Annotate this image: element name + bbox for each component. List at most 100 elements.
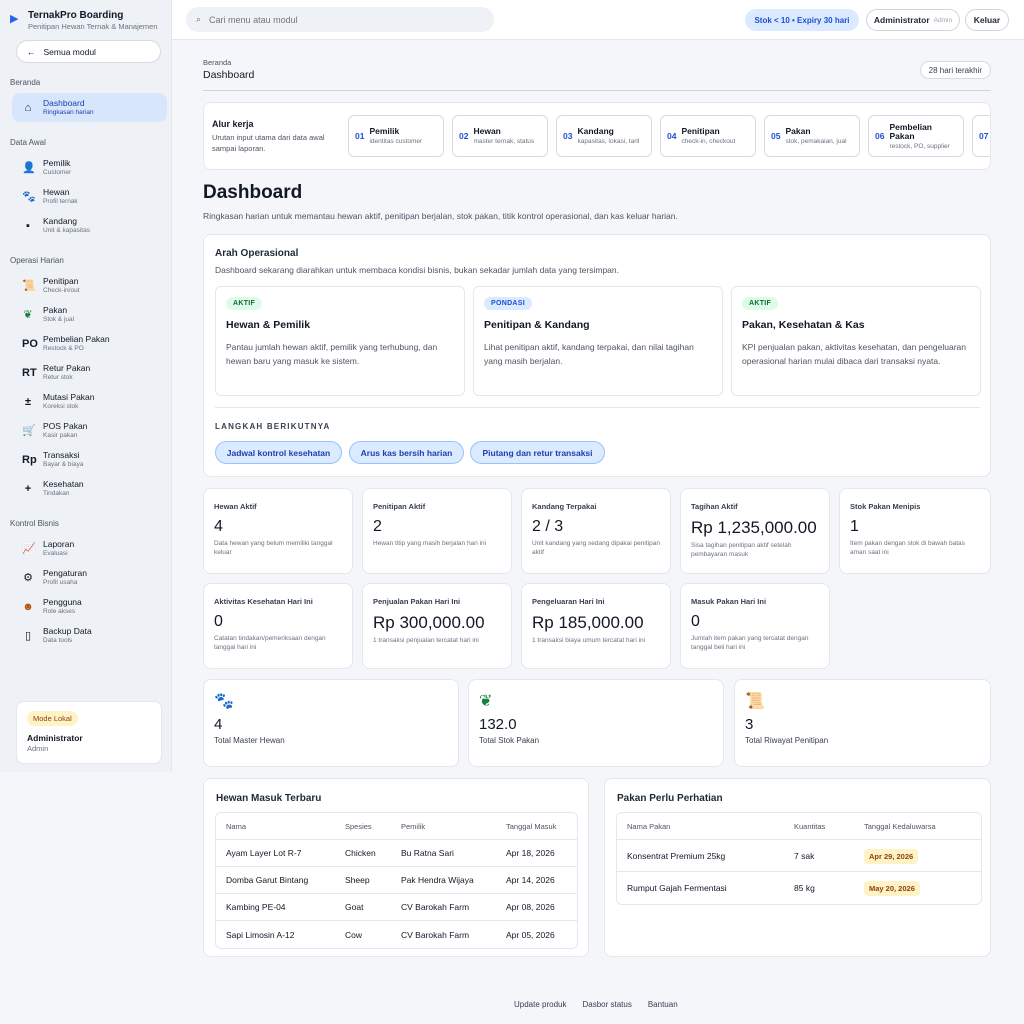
user-menu-button[interactable]: Administrator Admin [866,9,960,31]
workflow-step-kandang[interactable]: 03 Kandang kapasitas, lokasi, tarif [556,115,652,157]
backup-icon: ▯ [24,630,32,642]
sidebar-item-backup-data[interactable]: ▯ Backup Data Data tools [12,621,167,650]
kpi-aktivitas-kesehatan: Aktivitas Kesehatan Hari Ini 0 Catatan t… [203,583,353,669]
sidebar-item-label: Transaksi [43,450,80,460]
sidebar-item-kesehatan[interactable]: + Kesehatan Tindakan [12,474,167,503]
kpi-value: 2 / 3 [532,518,564,535]
breadcrumb-parent[interactable]: Beranda [203,58,231,67]
col-pemilik: Pemilik [401,821,426,831]
total-stok-pakan: ❦ 132.0 Total Stok Pakan [468,679,724,767]
date-range-button[interactable]: 28 hari terakhir [919,61,991,79]
recent-animals-title: Hewan Masuk Terbaru [216,793,322,804]
table-row[interactable]: Ayam Layer Lot R-7 Chicken Bu Ratna Sari… [216,840,577,867]
kpi-label: Masuk Pakan Hari Ini [691,597,767,606]
kpi-stok-pakan-menipis: Stok Pakan Menipis 1 Item pakan dengan s… [839,488,991,574]
next-steps-label: LANGKAH BERIKUTNYA [215,422,331,431]
table-row[interactable]: Sapi Limosin A-12 Cow CV Barokah Farm Ap… [216,921,577,948]
section-operasi-harian: Operasi Harian [10,256,64,265]
sidebar-item-penitipan[interactable]: 📜 Penitipan Check-in/out [12,271,167,300]
user-role: Admin [933,16,953,24]
sidebar: ▶ TernakPro Boarding Penitipan Hewan Ter… [0,0,172,772]
direction-card-penitipan: PONDASI Penitipan & Kandang Lihat peniti… [473,286,723,396]
table-row[interactable]: Rumput Gajah Fermentasi 85 kg May 20, 20… [617,872,981,904]
search-input[interactable] [209,14,470,25]
kpi-penjualan-pakan: Penjualan Pakan Hari Ini Rp 300,000.00 1… [362,583,512,669]
sidebar-item-sub: Unit & kapasitas [43,227,90,234]
section-beranda: Beranda [10,78,41,87]
cell-pemilik: Bu Ratna Sari [401,848,454,858]
footer-link-status[interactable]: Dasbor status [582,1000,631,1009]
cell-nama: Domba Garut Bintang [226,875,309,885]
all-modules-button[interactable]: ← Semua modul [16,40,161,63]
cell-pemilik: CV Barokah Farm [401,929,470,940]
table-row[interactable]: Domba Garut Bintang Sheep Pak Hendra Wij… [216,867,577,894]
kpi-hewan-aktif: Hewan Aktif 4 Data hewan yang belum memi… [203,488,353,574]
sidebar-item-sub: Koreksi stok [43,403,79,410]
kpi-label: Hewan Aktif [214,502,257,511]
sidebar-item-dashboard[interactable]: ⌂ Dashboard Ringkasan harian [12,93,167,122]
total-master-hewan: 🐾 4 Total Master Hewan [203,679,459,767]
footer-link-update[interactable]: Update produk [514,1000,566,1009]
cell-tanggal: Apr 14, 2026 [506,875,555,885]
cell-pemilik: Pak Hendra Wijaya [401,875,474,885]
table-row[interactable]: Konsentrat Premium 25kg 7 sak Apr 29, 20… [617,840,981,872]
step-number: 02 [459,131,469,141]
kpi-label: Tagihan Aktif [691,502,738,511]
page-subtitle: Ringkasan harian untuk memantau hewan ak… [203,211,678,221]
scroll-icon: 📜 [22,280,36,292]
sidebar-item-kandang[interactable]: ▪ Kandang Unit & kapasitas [12,211,167,240]
sidebar-item-retur-pakan[interactable]: RT Retur Pakan Retur stok [12,358,167,387]
next-step-chip-piutang[interactable]: Piutang dan retur transaksi [470,441,605,464]
feed-attention-table: Nama Pakan Kuantitas Tanggal Kedaluwarsa… [616,812,982,905]
sidebar-item-pos-pakan[interactable]: 🛒 POS Pakan Kasir pakan [12,416,167,445]
sidebar-item-label: POS Pakan [43,421,88,431]
sidebar-item-pengaturan[interactable]: ⚙ Pengaturan Profil usaha [12,563,167,592]
rp-icon: Rp [22,453,37,466]
direction-card-title: Hewan & Pemilik [226,319,311,331]
kpi-value: 1 [850,518,859,535]
step-sub: master ternak, status [473,138,535,145]
step-number: 04 [667,131,677,141]
workflow-step-penitipan[interactable]: 04 Penitipan check-in, checkout [660,115,756,157]
sidebar-item-mutasi-pakan[interactable]: ± Mutasi Pakan Koreksi stok [12,387,167,416]
workflow-step-hewan[interactable]: 02 Hewan master ternak, status [452,115,548,157]
sidebar-item-transaksi[interactable]: Rp Transaksi Bayar & biaya [12,445,167,474]
sidebar-item-pakan[interactable]: ❦ Pakan Stok & jual [12,300,167,329]
section-kontrol-bisnis: Kontrol Bisnis [10,519,59,528]
kpi-value: 2 [373,518,382,535]
stock-alert-badge[interactable]: Stok < 10 • Expiry 30 hari [745,9,859,31]
kpi-desc: Catatan tindakan/pemeriksaan dengan tang… [214,635,326,651]
logout-button[interactable]: Keluar [965,9,1009,31]
sidebar-item-pemilik[interactable]: 👤 Pemilik Customer [12,153,167,182]
gear-icon: ⚙ [23,572,33,584]
divider [215,407,980,408]
col-spesies: Spesies [345,821,372,831]
search-box[interactable]: ⌕ [186,7,494,32]
sidebar-item-pengguna[interactable]: ☻ Pengguna Role akses [12,592,167,621]
sidebar-item-laporan[interactable]: 📈 Laporan Evaluasi [12,534,167,563]
sidebar-item-pembelian-pakan[interactable]: PO Pembelian Pakan Restock & PO [12,329,167,358]
chart-icon: 📈 [22,543,36,555]
step-sub: stok, pemakaian, jual [785,138,847,145]
direction-card-desc: KPI penjualan pakan, aktivitas kesehatan… [742,342,966,366]
footer-link-help[interactable]: Bantuan [648,1000,678,1009]
sidebar-item-sub: Kasir pakan [43,432,78,439]
workflow-step-pakan[interactable]: 05 Pakan stok, pemakaian, jual [764,115,860,157]
table-row[interactable]: Kambing PE-04 Goat CV Barokah Farm Apr 0… [216,894,577,921]
total-value: 4 [214,716,223,733]
app-title: TernakPro Boarding [28,10,124,21]
direction-card-pakan: AKTIF Pakan, Kesehatan & Kas KPI penjual… [731,286,981,396]
step-number: 03 [563,131,573,141]
direction-card: Arah Operasional Dashboard sekarang diar… [203,234,991,477]
sidebar-item-sub: Ringkasan harian [43,109,94,116]
cell-nama: Sapi Limosin A-12 [226,929,295,940]
workflow-step-pemilik[interactable]: 01 Pemilik identitas customer [348,115,444,157]
user-icon: 👤 [22,162,36,174]
sidebar-item-hewan[interactable]: 🐾 Hewan Profil ternak [12,182,167,211]
brand[interactable]: ▶ TernakPro Boarding Penitipan Hewan Ter… [0,0,171,36]
kpi-pengeluaran: Pengeluaran Hari Ini Rp 185,000.00 1 tra… [521,583,671,669]
next-step-chip-kas[interactable]: Arus kas bersih harian [349,441,464,464]
workflow-step-pembelian-pakan[interactable]: 06 Pembelian Pakan restock, PO, supplier [868,115,964,157]
workflow-step-next[interactable]: 07 [972,115,990,157]
next-step-chip-kesehatan[interactable]: Jadwal kontrol kesehatan [215,441,342,464]
